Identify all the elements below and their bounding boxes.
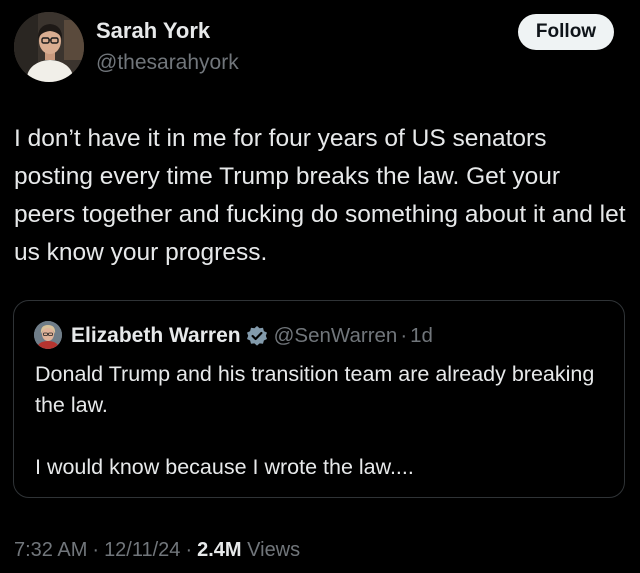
quoted-author-handle: @SenWarren xyxy=(273,324,398,347)
quoted-author-avatar xyxy=(34,321,62,349)
tweet-date[interactable]: 12/11/24 xyxy=(104,539,180,561)
verified-badge-icon xyxy=(246,325,268,347)
meta-separator: · xyxy=(185,539,193,561)
views-label: Views xyxy=(247,539,301,561)
tweet-meta: 7:32 AM · 12/11/24 · 2.4M Views xyxy=(14,536,300,564)
follow-button[interactable]: Follow xyxy=(518,14,614,50)
tweet-text: I don’t have it in me for four years of … xyxy=(14,125,633,266)
quoted-author-name: Elizabeth Warren xyxy=(71,324,241,347)
author-handle[interactable]: @thesarahyork xyxy=(96,50,239,76)
quoted-tweet[interactable]: Elizabeth Warren @SenWarren · 1d Donald … xyxy=(13,300,625,498)
tweet-author[interactable]: Sarah York @thesarahyork xyxy=(96,18,239,76)
quoted-separator: · xyxy=(400,324,408,347)
quoted-tweet-text: Donald Trump and his transition team are… xyxy=(35,362,595,479)
quoted-tweet-header: Elizabeth Warren @SenWarren · 1d xyxy=(71,321,433,351)
author-avatar[interactable] xyxy=(14,12,84,82)
meta-separator: · xyxy=(92,539,100,561)
quoted-timestamp[interactable]: 1d xyxy=(410,324,433,348)
tweet-time[interactable]: 7:32 AM xyxy=(14,539,87,561)
views-count: 2.4M xyxy=(197,539,242,561)
author-name[interactable]: Sarah York xyxy=(96,18,239,44)
